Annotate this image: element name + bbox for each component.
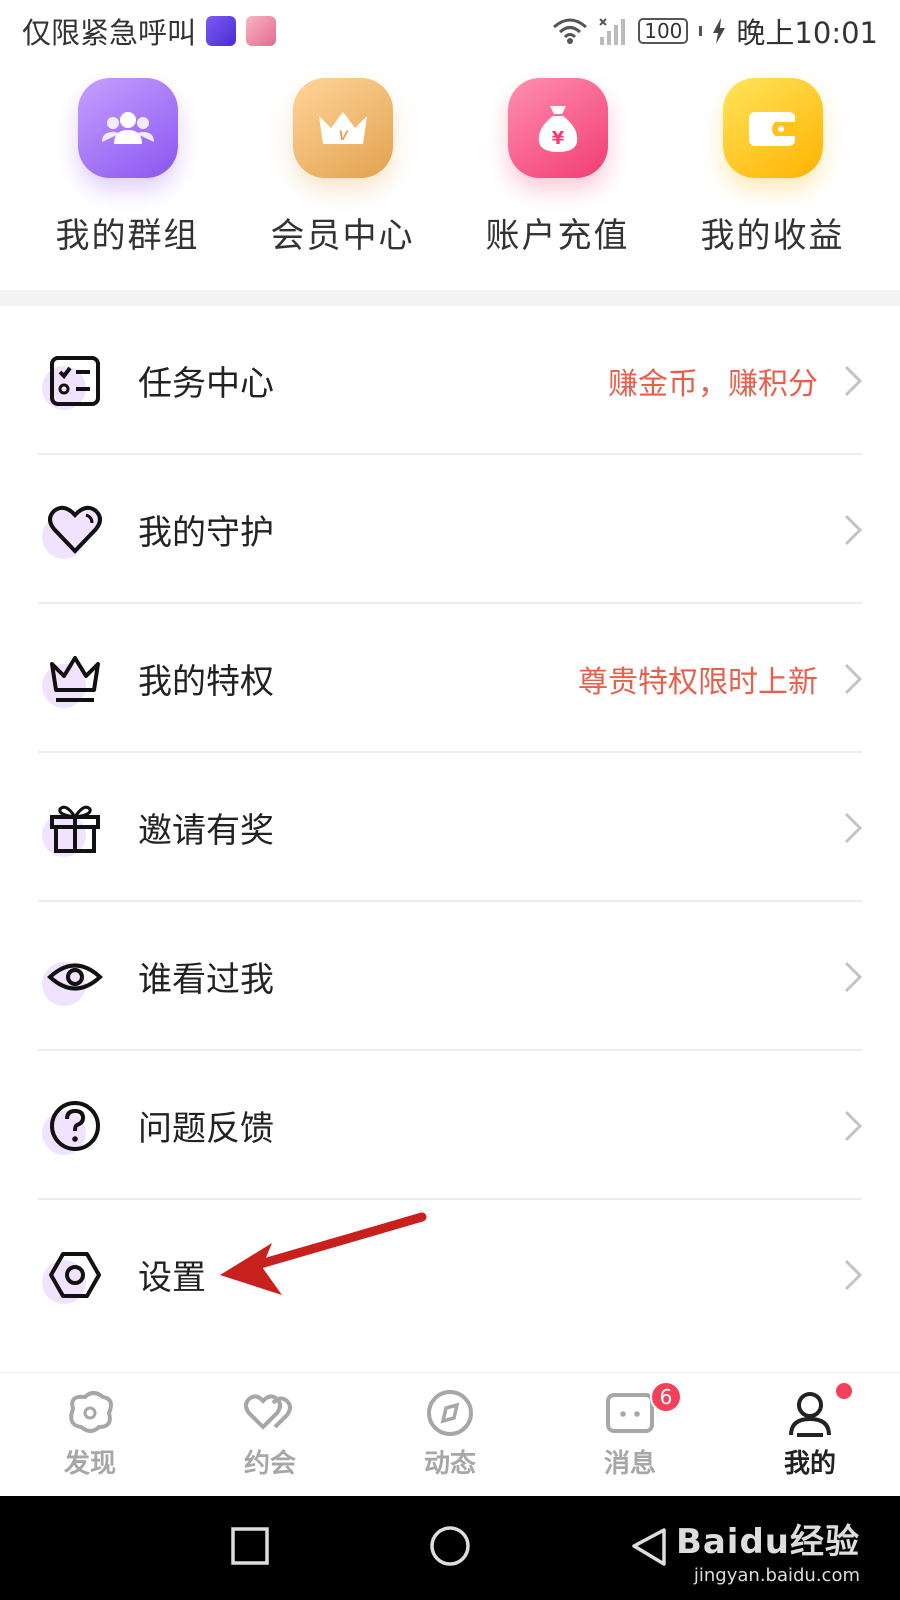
tab-label: 我的 [783,1449,836,1479]
message-icon [606,1393,654,1433]
charging-icon [713,18,726,44]
menu-item-label: 我的特权 [138,662,274,702]
menu-item-label: 我的守护 [138,513,274,553]
quick-entry-label: 我的群组 [55,216,200,256]
question-icon [40,1091,110,1161]
compass-icon [427,1390,473,1436]
chevron-right-icon [844,1110,863,1141]
discover-icon [69,1391,113,1433]
profile-icon [789,1392,831,1437]
tab-profile[interactable]: 我的 [720,1373,900,1496]
wallet-icon [722,78,823,178]
chevron-right-icon [844,961,863,992]
heart-icon [40,495,110,565]
notification-app-icon [206,16,237,46]
menu-item-hint: 尊贵特权限时上新 [578,664,818,700]
tab-messages[interactable]: 6 消息 [540,1373,720,1496]
home-button[interactable] [428,1526,472,1570]
date-hearts-icon [244,1394,292,1430]
menu-item-hint: 赚金币，赚积分 [608,366,818,402]
tab-label: 消息 [603,1449,656,1479]
gift-icon [40,793,110,863]
chevron-right-icon [844,812,863,843]
quick-entry-label: 账户充值 [485,216,630,256]
back-button[interactable] [628,1526,668,1570]
menu-item-label: 问题反馈 [138,1109,274,1149]
watermark-url: jingyan.baidu.com [693,1565,860,1586]
settings-hex-icon [40,1240,110,1310]
chevron-right-icon [844,365,863,396]
battery-indicator: 100 [638,18,689,44]
annotation-arrow [220,1212,427,1295]
tab-dating[interactable]: 约会 [180,1373,360,1496]
quick-entry-my-earnings[interactable]: 我的收益 [673,78,873,268]
task-list-icon [40,346,110,416]
system-nav-bar: Baidu经验 jingyan.baidu.com [0,1496,900,1600]
menu-item-label: 任务中心 [138,364,274,404]
menu-item-label: 谁看过我 [138,960,274,1000]
status-left: 仅限紧急呼叫 [22,10,277,52]
quick-entry-vip-center[interactable]: V 会员中心 [243,78,443,268]
menu-item-label: 邀请有奖 [138,811,274,851]
carrier-text: 仅限紧急呼叫 [22,16,197,50]
menu-item-my-privileges[interactable]: 我的特权 尊贵特权限时上新 [0,604,900,753]
menu-item-invite-reward[interactable]: 邀请有奖 [0,753,900,902]
chevron-right-icon [844,663,863,694]
menu-item-task-center[interactable]: 任务中心 赚金币，赚积分 [0,306,900,455]
eye-icon [40,942,110,1012]
svg-text:¥: ¥ [551,128,564,149]
notification-dot [836,1383,852,1399]
chevron-right-icon [844,1259,863,1290]
signal-icon [599,18,626,45]
clock: 晚上10:01 [736,16,878,50]
tab-discover[interactable]: 发现 [0,1373,180,1496]
menu-item-my-guardian[interactable]: 我的守护 [0,455,900,604]
status-right: 100 晚上10:01 [552,10,878,52]
status-bar: 仅限紧急呼叫 100 晚上10:01 [0,0,900,62]
crown-outline-icon [40,644,110,714]
quick-entry-row: 我的群组 V 会员中心 ¥ 账户充值 我的收益 [0,78,900,268]
wifi-icon [553,18,588,44]
group-icon [77,78,178,178]
quick-entry-label: 我的收益 [700,216,845,256]
money-bag-icon: ¥ [507,78,608,178]
battery-level: 100 [644,19,683,43]
quick-entry-my-groups[interactable]: 我的群组 [28,78,228,268]
bottom-tab-bar: 发现 约会 动态 6 消息 我的 [0,1372,900,1496]
menu-item-who-viewed-me[interactable]: 谁看过我 [0,902,900,1051]
quick-entry-label: 会员中心 [270,216,415,256]
tab-label: 发现 [63,1449,116,1479]
menu-item-feedback[interactable]: 问题反馈 [0,1051,900,1200]
section-divider [0,290,900,306]
menu-list: 任务中心 赚金币，赚积分 我的守护 我的特权 尊贵特权限时上新 邀请有奖 谁看过… [0,306,900,1349]
watermark-brand: Baidu经验 [675,1522,860,1562]
notification-image-icon [246,16,277,46]
tab-label: 动态 [423,1449,476,1479]
tab-label: 约会 [243,1449,296,1479]
crown-icon: V [292,78,393,178]
baidu-watermark: Baidu经验 jingyan.baidu.com [676,1514,860,1586]
menu-item-settings[interactable]: 设置 [0,1200,900,1349]
battery-tip [699,26,703,36]
recent-apps-button[interactable] [230,1526,270,1566]
message-badge: 6 [650,1381,682,1413]
chevron-right-icon [844,514,863,545]
quick-entry-recharge[interactable]: ¥ 账户充值 [458,78,658,268]
tab-moments[interactable]: 动态 [360,1373,540,1496]
